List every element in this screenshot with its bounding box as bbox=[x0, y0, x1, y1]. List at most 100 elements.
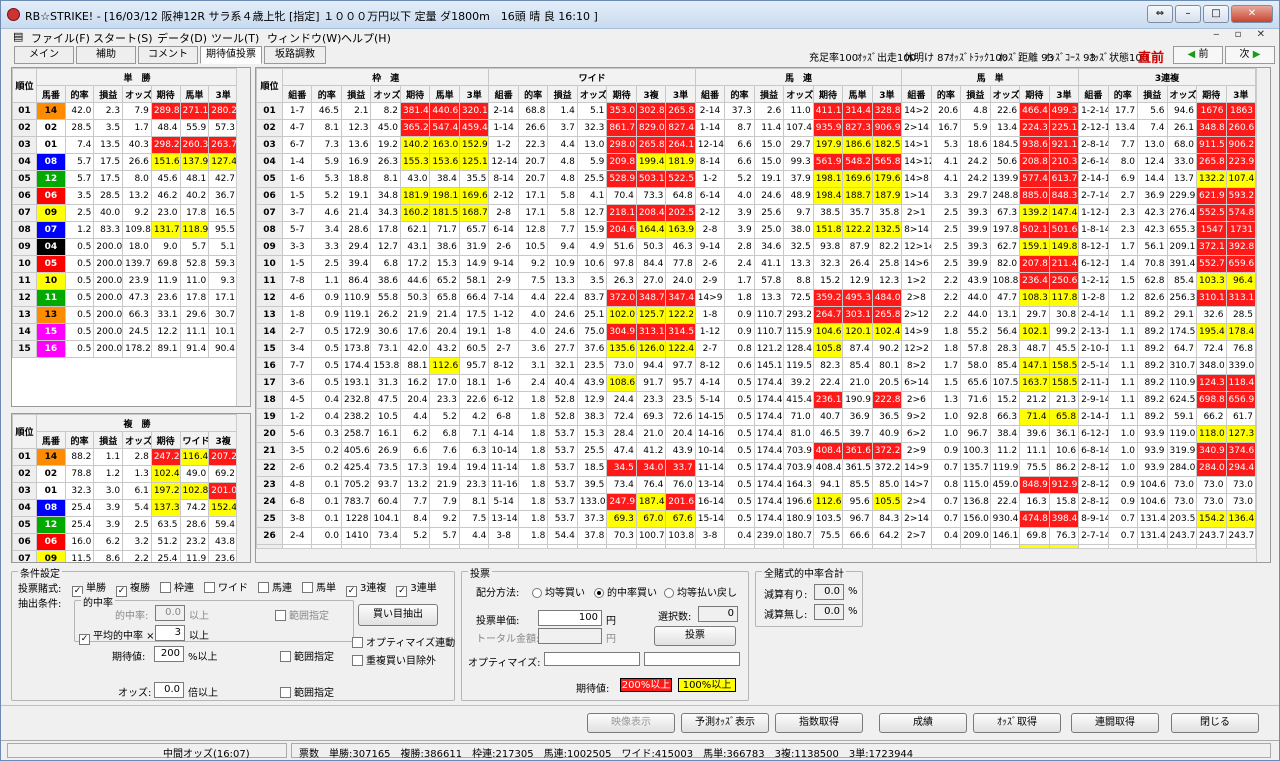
index-fetch-button[interactable]: 指数取得 bbox=[775, 713, 863, 733]
combo-vscroll[interactable] bbox=[1256, 68, 1270, 562]
maximize-icon[interactable]: □ bbox=[1203, 5, 1229, 23]
fukusho-row[interactable]: 07 09 11.5 8.6 2.2 25.4 11.9 23.6 bbox=[12, 550, 238, 562]
combo-row[interactable]: 07 3-7 4.6 21.4 34.3 160.2 181.5 168.7 2-8 17.1 5.… bbox=[256, 204, 1256, 222]
bet-option-5[interactable]: 馬単 bbox=[302, 582, 336, 594]
tansho-row[interactable]: 13 13 0.5 200.0 66.3 33.1 29.6 30.7 bbox=[12, 306, 238, 324]
method-payout[interactable]: 均等払い戻し bbox=[664, 584, 737, 599]
combo-row[interactable]: 08 5-7 3.4 28.6 17.8 62.1 71.7 65.7 6-14 12.8 7.7 1… bbox=[256, 221, 1256, 239]
combo-row[interactable]: 22 2-6 0.2 425.4 73.5 17.3 19.4 19.4 11-14 1.8 53.… bbox=[256, 459, 1256, 477]
method-hit[interactable]: 的中率買い bbox=[594, 584, 657, 599]
expect-range[interactable]: 範囲指定 bbox=[280, 648, 334, 663]
fukusho-row[interactable]: 05 12 25.4 3.9 2.5 63.5 28.6 59.4 bbox=[12, 516, 238, 534]
menu-start[interactable]: スタート(S) bbox=[93, 30, 153, 46]
bet-option-4[interactable]: 馬連 bbox=[258, 582, 292, 594]
tansho-row[interactable]: 01 14 42.0 2.3 7.9 289.8 271.1 280.2 bbox=[12, 102, 238, 120]
bet-option-3[interactable]: ワイド bbox=[204, 582, 248, 594]
tansho-row[interactable]: 10 05 0.5 200.0 139.7 69.8 52.8 59.3 bbox=[12, 255, 238, 273]
combo-row[interactable]: 09 3-3 3.3 29.4 12.7 43.1 38.6 31.9 2-6 10.5 9.4 4.… bbox=[256, 238, 1256, 256]
combo-row[interactable]: 18 4-5 0.4 232.8 47.5 20.4 23.3 22.6 6-12 1.8 52.8… bbox=[256, 391, 1256, 409]
odds-range[interactable]: 範囲指定 bbox=[280, 684, 334, 699]
avg-hit-checkbox[interactable]: ✓ bbox=[79, 634, 90, 645]
restore-icon[interactable]: ⇔ bbox=[1147, 5, 1173, 23]
hit-rate-input[interactable]: 0.0 bbox=[155, 605, 185, 621]
video-button[interactable]: 映像表示 bbox=[587, 713, 675, 733]
fukusho-row[interactable]: 02 02 78.8 1.2 1.3 102.4 49.0 69.2 bbox=[12, 465, 238, 483]
tansho-row[interactable]: 06 06 3.5 28.5 13.2 46.2 40.2 36.7 bbox=[12, 187, 238, 205]
fukusho-scrollbar[interactable] bbox=[236, 414, 250, 562]
tansho-row[interactable]: 08 07 1.2 83.3 109.8 131.7 118.9 95.5 bbox=[12, 221, 238, 239]
bet-checkbox-6[interactable]: ✓ bbox=[346, 586, 357, 597]
unit-input[interactable]: 100 bbox=[538, 610, 602, 626]
combo-row[interactable]: 03 6-7 7.3 13.6 19.2 140.2 163.0 152.9 1-2 22.3 4.… bbox=[256, 136, 1256, 154]
optimize-slider-2[interactable] bbox=[644, 652, 740, 666]
prev-button[interactable]: ◀ 前 bbox=[1173, 46, 1223, 64]
optimize-link-option[interactable]: オプティマイズ連動 bbox=[352, 634, 455, 649]
tab-expect-vote[interactable]: 期待値投票 bbox=[200, 46, 262, 64]
tansho-row[interactable]: 14 15 0.5 200.0 24.5 12.2 11.1 10.1 bbox=[12, 323, 238, 341]
exclude-dup-option[interactable]: 重複買い目除外 bbox=[352, 652, 436, 667]
combo-row[interactable]: 10 1-5 2.5 39.4 6.8 17.2 15.3 14.9 9-14 9.2 10.9 10… bbox=[256, 255, 1256, 273]
combo-row[interactable]: 21 3-5 0.2 405.6 26.9 6.6 7.6 6.3 10-14 1.8 53.7 25… bbox=[256, 442, 1256, 460]
combo-row[interactable]: 12 4-6 0.9 110.9 55.8 50.3 65.8 66.4 7-14 4.4 22.4… bbox=[256, 289, 1256, 307]
extract-button[interactable]: 買い目抽出 bbox=[358, 604, 438, 626]
optimize-slider-1[interactable] bbox=[544, 652, 640, 666]
close-icon[interactable]: ✕ bbox=[1231, 5, 1273, 23]
expect-input[interactable]: 200 bbox=[154, 646, 184, 662]
tansho-row[interactable]: 04 08 5.7 17.5 26.6 151.6 137.9 127.4 bbox=[12, 153, 238, 171]
combo-row[interactable]: 01 1-7 46.5 2.1 8.2 381.4 440.6 320.1 2-14 68.8 1.… bbox=[256, 102, 1256, 120]
combo-row[interactable]: 26 2-4 0.0 1410 73.4 5.2 5.7 4.4 3-8 1.8 54.4 37.8 7… bbox=[256, 527, 1256, 545]
bet-option-2[interactable]: 枠連 bbox=[160, 582, 194, 594]
exclude-dup-checkbox[interactable] bbox=[352, 655, 363, 666]
tab-slope[interactable]: 坂路調教 bbox=[264, 46, 326, 64]
tansho-row[interactable]: 03 01 7.4 13.5 40.3 298.2 260.3 263.7 bbox=[12, 136, 238, 154]
fukusho-row[interactable]: 01 14 88.2 1.1 2.8 247.2 116.4 207.2 bbox=[12, 448, 238, 466]
bet-checkbox-7[interactable]: ✓ bbox=[396, 586, 408, 597]
bet-option-0[interactable]: ✓ 単勝 bbox=[72, 583, 106, 597]
bet-option-6[interactable]: ✓ 3連複 bbox=[346, 583, 386, 597]
tab-comment[interactable]: コメント bbox=[138, 46, 198, 64]
method-equal-radio[interactable] bbox=[532, 588, 542, 598]
avg-hit-input[interactable]: 3 bbox=[155, 625, 185, 641]
combo-row[interactable]: 17 3-6 0.5 193.1 31.3 16.2 17.0 18.1 1-6 2.4 40.4 4… bbox=[256, 374, 1256, 392]
combo-hscroll[interactable] bbox=[256, 548, 1256, 562]
tansho-row[interactable]: 12 11 0.5 200.0 47.3 23.6 17.8 17.1 bbox=[12, 289, 238, 307]
combo-row[interactable]: 11 7-8 1.1 86.4 38.6 44.6 65.2 58.1 2-9 7.5 13.3 3.… bbox=[256, 272, 1256, 290]
close-button[interactable]: 閉じる bbox=[1171, 713, 1259, 733]
combo-row[interactable]: 04 1-4 5.9 16.9 26.3 155.3 153.6 125.1 12-14 20.7… bbox=[256, 153, 1256, 171]
combo-row[interactable]: 25 3-8 0.1 1228 104.1 8.4 9.2 7.5 13-14 1.8 53.7 37… bbox=[256, 510, 1256, 528]
odds-fetch-button[interactable]: ｵｯｽﾞ取得 bbox=[973, 713, 1061, 733]
odds-input[interactable]: 0.0 bbox=[154, 682, 184, 698]
combo-row[interactable]: 14 2-7 0.5 172.9 30.6 17.6 20.4 19.1 1-8 4.0 24.6 7… bbox=[256, 323, 1256, 341]
method-payout-radio[interactable] bbox=[664, 588, 674, 598]
combo-row[interactable]: 24 6-8 0.1 783.7 60.4 7.7 7.9 8.1 5-14 1.8 53.7 133… bbox=[256, 493, 1256, 511]
tab-sub[interactable]: 補助 bbox=[76, 46, 136, 64]
combo-row[interactable]: 02 4-7 8.1 12.3 45.0 365.2 547.4 459.4 1-14 26.6 3… bbox=[256, 119, 1256, 137]
combo-row[interactable]: 15 3-4 0.5 173.8 73.1 42.0 43.2 60.5 2-7 3.6 27.7 3… bbox=[256, 340, 1256, 358]
rentou-fetch-button[interactable]: 連闘取得 bbox=[1071, 713, 1159, 733]
tansho-row[interactable]: 11 10 0.5 200.0 23.9 11.9 11.0 9.3 bbox=[12, 272, 238, 290]
bet-checkbox-3[interactable] bbox=[204, 582, 215, 593]
predict-odds-button[interactable]: 予測ｵｯｽﾞ表示 bbox=[681, 713, 769, 733]
tansho-row[interactable]: 09 04 0.5 200.0 18.0 9.0 5.7 5.1 bbox=[12, 238, 238, 256]
combo-row[interactable]: 23 4-8 0.1 705.2 93.7 13.2 21.9 23.3 11-16 1.8 53.… bbox=[256, 476, 1256, 494]
combo-row[interactable]: 16 7-7 0.5 174.4 153.8 88.1 112.6 95.7 8-12 3.1 32… bbox=[256, 357, 1256, 375]
tansho-row[interactable]: 15 16 0.5 200.0 178.2 89.1 91.4 90.4 bbox=[12, 340, 238, 358]
tansho-row[interactable]: 05 12 5.7 17.5 8.0 45.6 48.1 42.7 bbox=[12, 170, 238, 188]
next-button[interactable]: 次 ▶ bbox=[1225, 46, 1275, 64]
fukusho-row[interactable]: 04 08 25.4 3.9 5.4 137.3 74.2 152.4 bbox=[12, 499, 238, 517]
bet-option-1[interactable]: ✓ 複勝 bbox=[116, 583, 150, 597]
bet-checkbox-5[interactable] bbox=[302, 582, 313, 593]
range-checkbox-3[interactable] bbox=[280, 687, 291, 698]
combo-row[interactable]: 19 1-2 0.4 238.2 10.5 4.4 5.2 4.2 6-8 1.8 52.8 38.3… bbox=[256, 408, 1256, 426]
menu-tool[interactable]: ツール(T) bbox=[211, 30, 259, 46]
method-equal[interactable]: 均等買い bbox=[532, 584, 585, 599]
results-button[interactable]: 成績 bbox=[879, 713, 967, 733]
fukusho-row[interactable]: 03 01 32.3 3.0 6.1 197.2 102.8 201.0 bbox=[12, 482, 238, 500]
combo-row[interactable]: 05 1-6 5.3 18.8 8.1 43.0 38.4 35.5 8-14 20.7 4.8 25… bbox=[256, 170, 1256, 188]
menu-file[interactable]: ファイル(F) bbox=[31, 30, 90, 46]
hit-rate-range[interactable]: 範囲指定 bbox=[275, 607, 329, 622]
combo-row[interactable]: 06 1-5 5.2 19.1 34.8 181.9 198.1 169.6 2-12 17.1 5… bbox=[256, 187, 1256, 205]
avg-hit-option[interactable]: ✓ 平均的中率 × bbox=[79, 627, 155, 645]
combo-row[interactable]: 20 5-6 0.3 258.7 16.1 6.2 6.8 7.1 4-14 1.8 53.7 15.… bbox=[256, 425, 1256, 443]
mdi-controls[interactable]: ‒ ▫ ✕ bbox=[1213, 29, 1271, 40]
